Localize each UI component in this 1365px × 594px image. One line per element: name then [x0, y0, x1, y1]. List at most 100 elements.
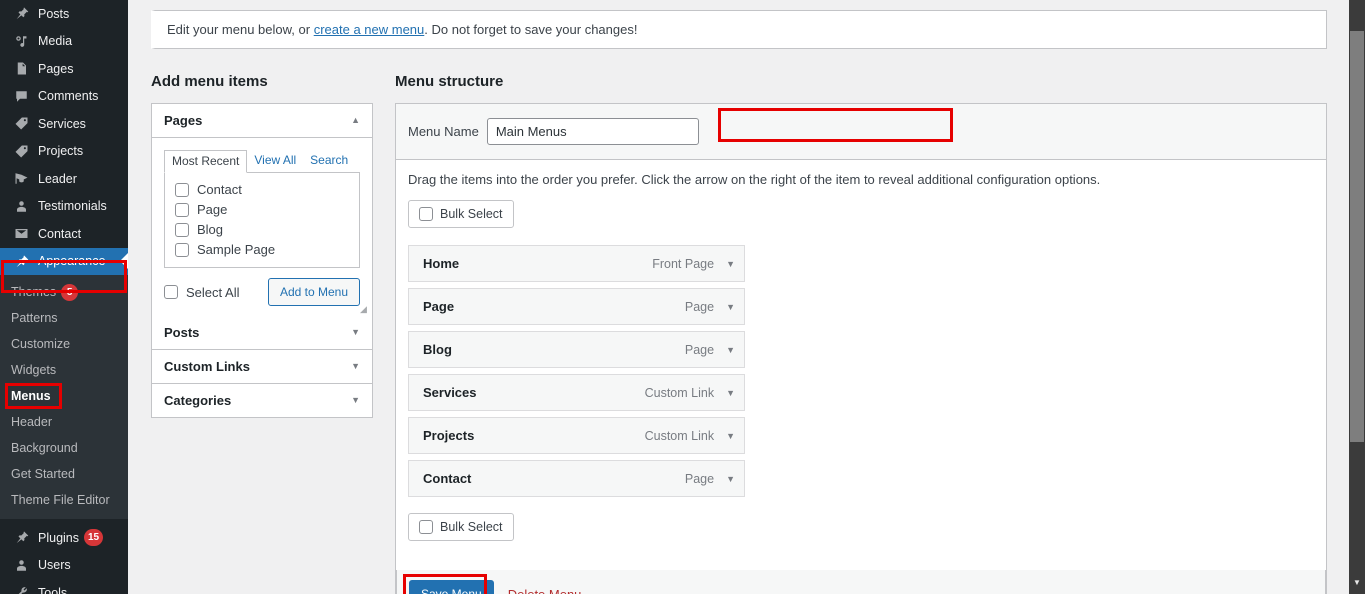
- notice-text-after: . Do not forget to save your changes!: [424, 22, 638, 37]
- chevron-down-icon[interactable]: ▼: [726, 302, 735, 312]
- add-to-menu-button[interactable]: Add to Menu: [267, 278, 360, 306]
- submenu-item-label: Header: [11, 415, 52, 430]
- sidebar-item-label: Comments: [38, 89, 99, 104]
- sidebar-item-plugins[interactable]: Plugins 15: [0, 524, 128, 552]
- submenu-item-get-started[interactable]: Get Started: [0, 461, 128, 487]
- sidebar-item-label: Media: [38, 34, 73, 49]
- chevron-down-icon[interactable]: ▼: [351, 328, 360, 337]
- sidebar-item-pages[interactable]: Pages: [0, 55, 128, 83]
- menu-items-list: Home Front Page ▼ Page Page ▼ Blog Page …: [408, 245, 745, 497]
- list-item[interactable]: Blog: [175, 222, 349, 237]
- select-all-row[interactable]: Select All: [164, 285, 239, 300]
- edit-menu-notice: Edit your menu below, or create a new me…: [151, 10, 1327, 49]
- menu-name-input[interactable]: [486, 118, 699, 145]
- submenu-item-widgets[interactable]: Widgets: [0, 357, 128, 383]
- add-menu-items-column: Add menu items Pages ▲ Most Recent View …: [151, 73, 373, 418]
- menu-structure-footer: Save Menu Delete Menu: [396, 570, 1326, 594]
- menu-item-title: Services: [423, 385, 477, 400]
- list-item[interactable]: Page: [175, 202, 349, 217]
- delete-menu-link[interactable]: Delete Menu: [508, 587, 582, 594]
- menu-item-type: Page: [684, 299, 715, 314]
- menu-item-home[interactable]: Home Front Page ▼: [408, 245, 745, 282]
- submenu-item-menus[interactable]: Menus: [0, 383, 128, 409]
- sidebar-item-users[interactable]: Users: [0, 552, 128, 580]
- checkbox-contact[interactable]: [175, 182, 189, 197]
- appearance-submenu: Themes 5 Patterns Customize Widgets Menus…: [0, 275, 128, 520]
- resize-handle-icon[interactable]: ◢: [360, 304, 370, 314]
- sidebar-item-media[interactable]: Media: [0, 28, 128, 56]
- sidebar-item-comments[interactable]: Comments: [0, 83, 128, 111]
- envelope-icon: [11, 225, 31, 243]
- tag-icon: [11, 142, 31, 160]
- posts-panel-header[interactable]: Posts ▼: [152, 316, 372, 350]
- menu-item-title: Contact: [423, 471, 472, 486]
- scrollbar-thumb[interactable]: [1350, 31, 1364, 442]
- categories-panel-header[interactable]: Categories ▼: [152, 384, 372, 417]
- media-icon: [11, 32, 31, 50]
- sidebar-item-label: Contact: [38, 226, 82, 241]
- list-item[interactable]: Sample Page: [175, 242, 349, 257]
- custom-links-panel-header[interactable]: Custom Links ▼: [152, 350, 372, 384]
- users-icon: [11, 556, 31, 574]
- sidebar-item-tools[interactable]: Tools: [0, 579, 128, 594]
- submenu-item-theme-file-editor[interactable]: Theme File Editor: [0, 487, 128, 513]
- bulk-select-bottom[interactable]: Bulk Select: [408, 513, 514, 541]
- chevron-down-icon[interactable]: ▼: [726, 431, 735, 441]
- bulk-select-top[interactable]: Bulk Select: [408, 200, 514, 228]
- submenu-item-label: Themes: [11, 285, 57, 299]
- sidebar-item-services[interactable]: Services: [0, 110, 128, 138]
- sidebar-item-leader[interactable]: Leader: [0, 165, 128, 193]
- menu-item-projects[interactable]: Projects Custom Link ▼: [408, 417, 745, 454]
- bulk-select-label: Bulk Select: [440, 520, 503, 534]
- scroll-down-arrow-icon[interactable]: ▼: [1349, 574, 1365, 590]
- save-menu-button[interactable]: Save Menu: [409, 580, 494, 594]
- tab-most-recent[interactable]: Most Recent: [164, 150, 248, 173]
- checkbox-bulk-select-bottom[interactable]: [419, 520, 433, 534]
- menu-item-page[interactable]: Page Page ▼: [408, 288, 745, 325]
- tab-search[interactable]: Search: [303, 150, 355, 172]
- chevron-down-icon[interactable]: ▼: [351, 396, 360, 405]
- list-item[interactable]: Contact: [175, 182, 349, 197]
- sidebar-item-label: Tools: [38, 585, 68, 594]
- sidebar-item-testimonials[interactable]: Testimonials: [0, 193, 128, 221]
- admin-sidebar[interactable]: Posts Media Pages Comments Services Proj…: [0, 0, 128, 594]
- chevron-down-icon[interactable]: ▼: [726, 345, 735, 355]
- chevron-up-icon[interactable]: ▲: [351, 116, 360, 125]
- submenu-item-customize[interactable]: Customize: [0, 331, 128, 357]
- chevron-down-icon[interactable]: ▼: [726, 474, 735, 484]
- sidebar-item-label: Leader: [38, 171, 77, 186]
- submenu-item-themes[interactable]: Themes 5: [0, 279, 128, 305]
- bulk-select-label: Bulk Select: [440, 207, 503, 221]
- submenu-item-header[interactable]: Header: [0, 409, 128, 435]
- submenu-item-background[interactable]: Background: [0, 435, 128, 461]
- sidebar-item-label: Testimonials: [38, 199, 107, 214]
- themes-update-badge: 5: [61, 284, 79, 302]
- chevron-down-icon[interactable]: ▼: [351, 362, 360, 371]
- pages-checkbox-list: Contact Page Blog Sample Page: [164, 173, 360, 268]
- submenu-item-patterns[interactable]: Patterns: [0, 305, 128, 331]
- checkbox-select-all[interactable]: [164, 285, 178, 299]
- menu-item-services[interactable]: Services Custom Link ▼: [408, 374, 745, 411]
- submenu-item-label: Get Started: [11, 467, 75, 482]
- checkbox-bulk-select-top[interactable]: [419, 207, 433, 221]
- checkbox-page[interactable]: [175, 202, 189, 217]
- chevron-down-icon[interactable]: ▼: [726, 259, 735, 269]
- plug-icon: [11, 529, 31, 547]
- menu-item-contact[interactable]: Contact Page ▼: [408, 460, 745, 497]
- sidebar-item-posts[interactable]: Posts: [0, 0, 128, 28]
- graduation-cap-icon: [11, 170, 31, 188]
- sidebar-item-contact[interactable]: Contact: [0, 220, 128, 248]
- sidebar-item-projects[interactable]: Projects: [0, 138, 128, 166]
- create-new-menu-link[interactable]: create a new menu: [314, 22, 425, 37]
- sidebar-item-appearance[interactable]: Appearance: [0, 247, 128, 275]
- menu-item-title: Page: [423, 299, 455, 314]
- submenu-item-label: Widgets: [11, 363, 57, 378]
- checkbox-blog[interactable]: [175, 222, 189, 237]
- chevron-down-icon[interactable]: ▼: [726, 388, 735, 398]
- tab-view-all[interactable]: View All: [247, 150, 303, 172]
- checkbox-sample-page[interactable]: [175, 242, 189, 257]
- menu-item-blog[interactable]: Blog Page ▼: [408, 331, 745, 368]
- pages-panel-header[interactable]: Pages ▲: [152, 104, 372, 138]
- page-scrollbar[interactable]: ▼: [1349, 0, 1365, 594]
